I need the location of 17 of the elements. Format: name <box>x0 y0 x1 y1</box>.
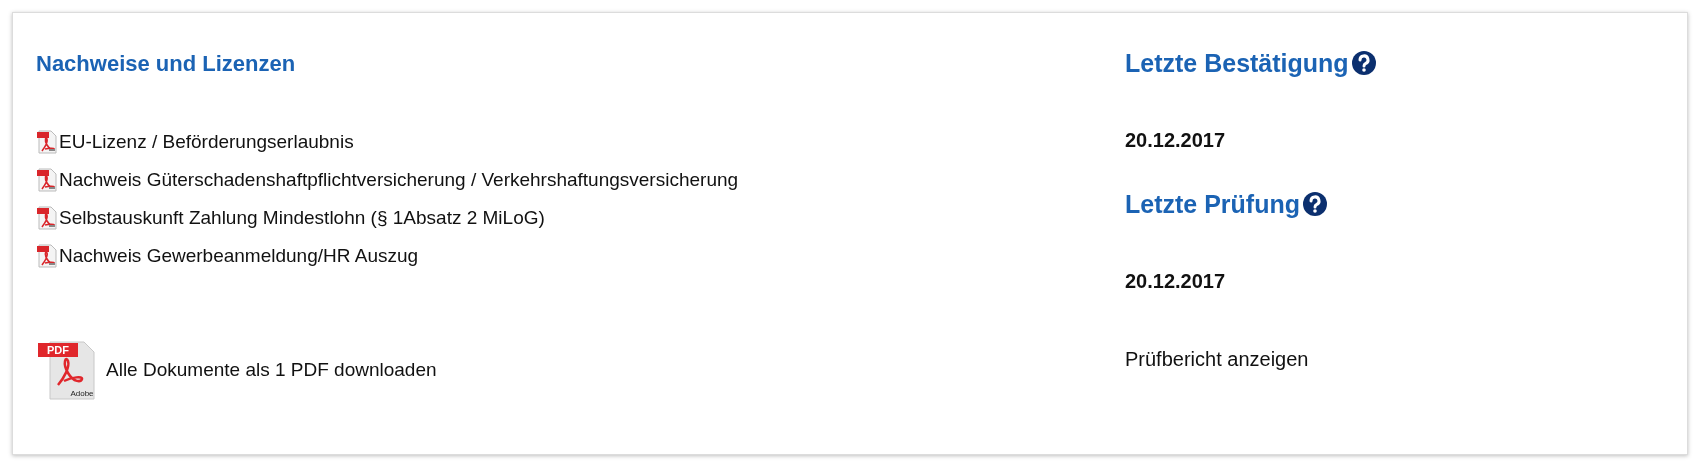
pdf-file-icon <box>36 205 58 230</box>
document-link[interactable]: Selbstauskunft Zahlung Mindestlohn (§ 1Absatz 2 MiLoG) <box>36 204 545 231</box>
pdf-file-icon <box>36 243 58 268</box>
pdf-file-icon <box>36 167 58 192</box>
document-link[interactable]: EU-Lizenz / Beförderungserlaubnis <box>36 128 354 155</box>
help-icon[interactable] <box>1302 191 1328 217</box>
section-title: Letzte Prüfung <box>1125 189 1300 220</box>
document-link[interactable]: Nachweis Güterschadenshaftpflichtversicherung / Verkehrshaftungsversicherung <box>36 166 739 193</box>
document-link[interactable]: Nachweis Gewerbeanmeldung/HR Auszug <box>36 242 419 269</box>
section-title: Letzte Bestätigung <box>1125 48 1349 79</box>
pdf-file-icon <box>36 129 58 154</box>
download-all-link[interactable]: PDF Adobe Alle Dokumente als 1 PDF downloaden <box>36 339 437 401</box>
section-title: Nachweise und Lizenzen <box>36 50 296 78</box>
report-link[interactable]: Prüfbericht anzeigen <box>1125 346 1309 372</box>
date-text: 20.12.2017 <box>1125 269 1226 294</box>
date-text: 20.12.2017 <box>1125 128 1226 153</box>
help-icon[interactable] <box>1350 50 1377 76</box>
